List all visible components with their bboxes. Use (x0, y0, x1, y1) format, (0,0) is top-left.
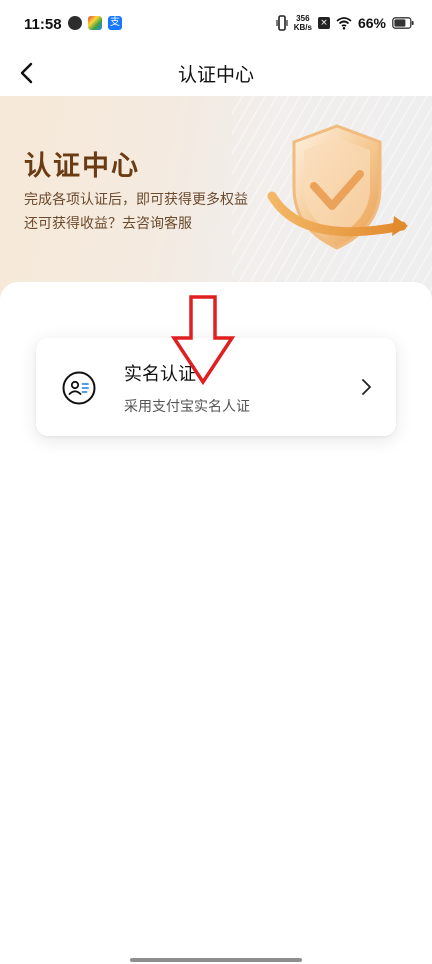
browser-icon (68, 16, 82, 30)
home-indicator[interactable] (130, 958, 302, 962)
card-subtitle: 采用支付宝实名人证 (124, 399, 250, 415)
nav-bar: 认证中心 (0, 50, 432, 96)
net-speed-value: 356 (296, 14, 310, 23)
net-speed-unit: KB/s (293, 23, 312, 32)
colorful-app-icon (88, 16, 102, 30)
banner-title: 认证中心 (24, 151, 140, 182)
real-name-verification-card[interactable]: 实名认证 采用支付宝实名人证 (36, 338, 396, 436)
chevron-right-icon (362, 379, 371, 395)
screen: 11:58 支 356 KB/s × 66% 认证中心 认证中心 完成各项认证后… (0, 0, 432, 964)
status-time: 11:58 (24, 16, 62, 33)
net-speed: 356 KB/s (294, 14, 312, 32)
status-app-icons: 支 (68, 16, 432, 452)
battery-percent: 66% (357, 15, 386, 31)
wifi-icon (336, 17, 352, 30)
page-title: 认证中心 (177, 64, 254, 86)
battery-icon (392, 17, 414, 29)
card-title: 实名认证 (124, 364, 196, 385)
banner-description-line1: 完成各项认证后，即可获得更多权益 (24, 192, 248, 208)
sim-x-icon: × (317, 17, 330, 29)
status-system-icons: 356 KB/s × 66% (276, 14, 414, 32)
hero-banner: 认证中心 完成各项认证后，即可获得更多权益 还可获得收益？去咨询客服 (0, 96, 432, 306)
shield-check-icon (267, 124, 408, 250)
alipay-icon: 支 (108, 16, 122, 30)
status-bar: 11:58 支 356 KB/s × 66% (0, 0, 432, 452)
banner-description-line2[interactable]: 还可获得收益？去咨询客服 (24, 213, 192, 233)
id-card-icon (62, 371, 96, 405)
vibrate-icon (276, 15, 288, 31)
